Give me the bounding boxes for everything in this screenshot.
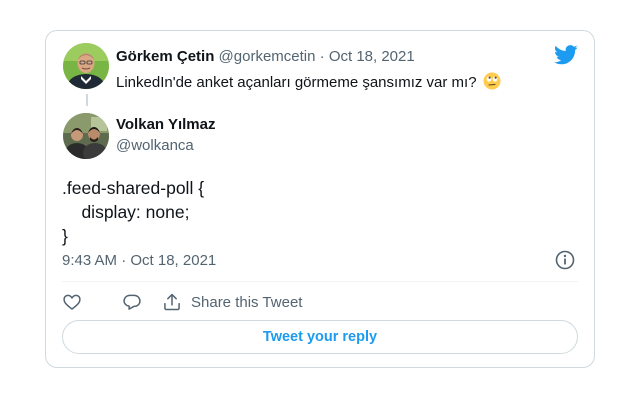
- heart-icon: [62, 292, 82, 312]
- tweet-author-avatar[interactable]: [63, 113, 109, 159]
- tweet-author-handle[interactable]: @wolkanca: [116, 137, 194, 154]
- parent-tweet-date[interactable]: Oct 18, 2021: [329, 48, 415, 65]
- face-with-rolling-eyes-emoji: [483, 72, 501, 94]
- tweet-author-name[interactable]: Volkan Yılmaz: [116, 116, 216, 133]
- tweet-timestamp[interactable]: 9:43 AM · Oct 18, 2021: [62, 252, 216, 269]
- comment-icon: [122, 292, 142, 312]
- parent-tweet-body: LinkedIn'de anket açanları görmeme şansı…: [116, 74, 477, 91]
- parent-tweet-header: Görkem Çetin @gorkemcetin · Oct 18, 2021: [116, 48, 415, 65]
- parent-author-name[interactable]: Görkem Çetin: [116, 48, 214, 65]
- tweet-text-line-3: }: [62, 226, 68, 246]
- tweet-text-line-1: .feed-shared-poll {: [62, 178, 205, 198]
- parent-author-avatar[interactable]: [63, 43, 109, 89]
- tweet-your-reply-button[interactable]: Tweet your reply: [62, 320, 578, 354]
- info-icon[interactable]: [554, 249, 576, 271]
- parent-date-separator: ·: [319, 48, 325, 65]
- tweet-text: .feed-shared-poll { display: none; }: [62, 176, 204, 248]
- share-tweet-button[interactable]: Share this Tweet: [162, 292, 302, 312]
- divider: [62, 281, 578, 282]
- embedded-tweet-card: Görkem Çetin @gorkemcetin · Oct 18, 2021…: [45, 30, 595, 368]
- parent-tweet-text: LinkedIn'de anket açanları görmeme şansı…: [116, 72, 501, 94]
- parent-author-handle[interactable]: @gorkemcetin: [219, 48, 316, 65]
- thread-connector-line: [86, 94, 88, 106]
- share-tweet-label: Share this Tweet: [191, 293, 303, 311]
- tweet-text-line-2: display: none;: [62, 202, 190, 222]
- tweet-actions: Share this Tweet: [62, 290, 302, 314]
- reply-action-button[interactable]: [122, 292, 162, 312]
- like-button[interactable]: [62, 292, 122, 312]
- twitter-bird-icon[interactable]: [554, 45, 578, 65]
- share-icon: [162, 292, 182, 312]
